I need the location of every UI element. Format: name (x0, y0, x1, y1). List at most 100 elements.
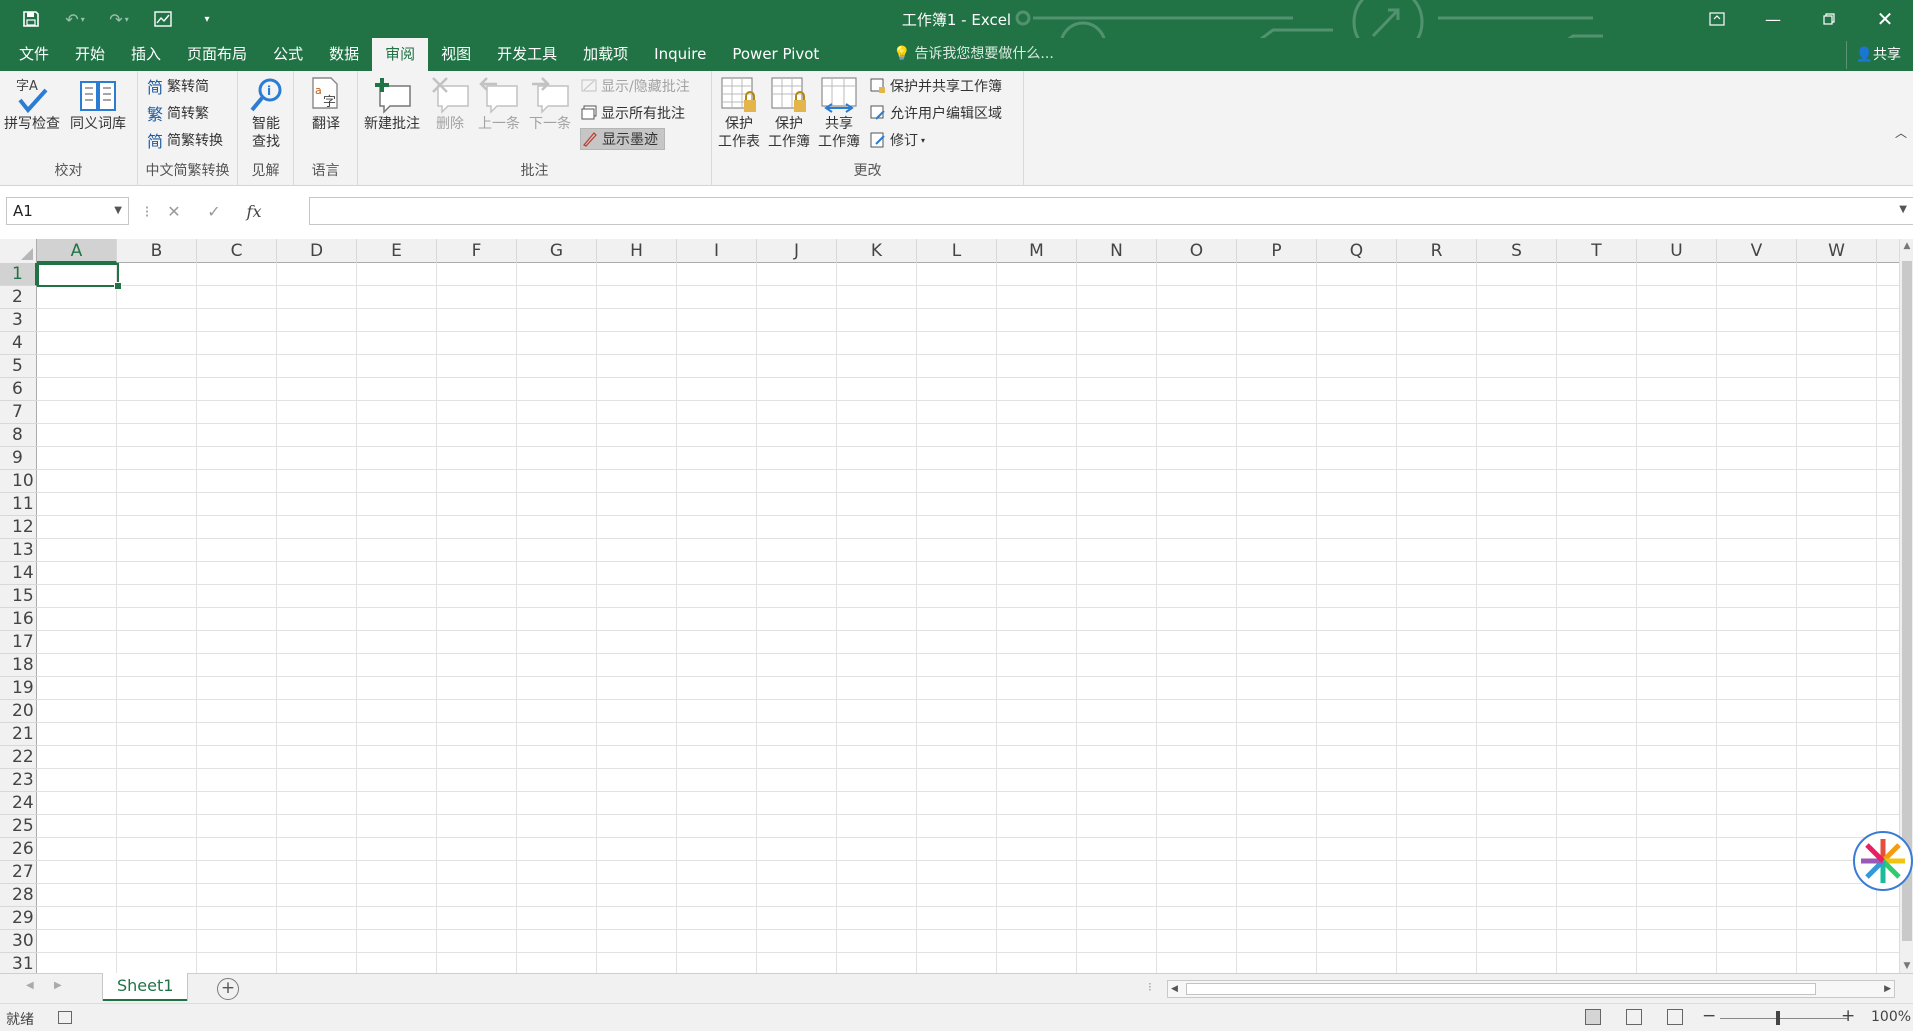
zoom-slider[interactable] (1720, 1018, 1848, 1019)
ribbon-tab[interactable]: 加载项 (570, 38, 641, 71)
column-header[interactable]: W (1797, 239, 1877, 263)
row-header[interactable]: 7 (0, 401, 37, 424)
column-header[interactable]: P (1237, 239, 1317, 263)
column-header[interactable]: A (37, 239, 117, 263)
row-header[interactable]: 11 (0, 493, 37, 516)
collapse-ribbon-icon[interactable]: ︿ (1895, 124, 1907, 141)
add-sheet-icon[interactable]: + (217, 978, 239, 1000)
show-all-comments-button[interactable]: 显示所有批注 (580, 102, 685, 124)
name-box[interactable]: A1 ▼ (6, 197, 129, 225)
row-header[interactable]: 16 (0, 608, 37, 631)
protect-sheet-button[interactable]: 保护 工作表 (718, 75, 760, 151)
column-header[interactable]: T (1557, 239, 1637, 263)
formula-input[interactable] (309, 197, 1913, 225)
minimize-icon[interactable]: — (1745, 0, 1801, 38)
scroll-up-icon[interactable]: ▲ (1900, 241, 1913, 251)
column-header[interactable]: O (1157, 239, 1237, 263)
zoom-slider-thumb[interactable] (1776, 1011, 1780, 1025)
row-header[interactable]: 14 (0, 562, 37, 585)
translate-button[interactable]: a字 翻译 (306, 75, 346, 133)
row-header[interactable]: 22 (0, 746, 37, 769)
page-break-view-icon[interactable] (1667, 1009, 1683, 1025)
zoom-level[interactable]: 100% (1871, 1009, 1911, 1025)
protect-and-share-button[interactable]: 保护并共享工作簿 (869, 75, 1002, 97)
horizontal-scrollbar[interactable]: ◀ ▶ (1167, 980, 1895, 998)
zoom-out-icon[interactable]: − (1702, 1006, 1716, 1026)
column-header[interactable]: Q (1317, 239, 1397, 263)
ribbon-tab[interactable]: 插入 (118, 38, 174, 71)
row-header[interactable]: 23 (0, 769, 37, 792)
row-header[interactable]: 5 (0, 355, 37, 378)
row-header[interactable]: 8 (0, 424, 37, 447)
name-box-dropdown-icon[interactable]: ▼ (114, 198, 122, 224)
prev-sheet-icon[interactable]: ◀ (26, 980, 34, 991)
tell-me-box[interactable]: 💡 告诉我您想要做什么... (893, 38, 1054, 71)
ribbon-tab[interactable]: 文件 (6, 38, 62, 71)
column-header[interactable]: M (997, 239, 1077, 263)
column-header[interactable]: H (597, 239, 677, 263)
ribbon-tab[interactable]: Inquire (641, 38, 719, 71)
spelling-button[interactable]: 字A 拼写检查 (4, 75, 60, 133)
column-header[interactable]: D (277, 239, 357, 263)
row-header[interactable]: 20 (0, 700, 37, 723)
column-header[interactable]: L (917, 239, 997, 263)
insert-function-icon[interactable]: fx (234, 202, 274, 221)
enter-icon[interactable]: ✓ (194, 202, 234, 221)
track-changes-button[interactable]: 修订 ▾ (869, 129, 925, 151)
tab-split-handle[interactable]: ⁝ (1148, 980, 1152, 994)
sheet-tab[interactable]: Sheet1 (103, 973, 188, 1001)
row-header[interactable]: 18 (0, 654, 37, 677)
row-header[interactable]: 24 (0, 792, 37, 815)
row-header[interactable]: 15 (0, 585, 37, 608)
row-header[interactable]: 28 (0, 884, 37, 907)
row-header[interactable]: 26 (0, 838, 37, 861)
to-traditional-button[interactable]: 繁简转繁 (146, 102, 209, 124)
floating-assistant-icon[interactable] (1853, 831, 1913, 891)
new-comment-button[interactable]: 新建批注 (364, 75, 420, 133)
share-workbook-button[interactable]: 共享 工作簿 (818, 75, 860, 151)
restore-icon[interactable] (1801, 0, 1857, 38)
cell-area[interactable] (37, 263, 1899, 973)
scroll-right-icon[interactable]: ▶ (1884, 981, 1891, 997)
ribbon-tab[interactable]: 公式 (260, 38, 316, 71)
column-header[interactable]: G (517, 239, 597, 263)
convert-button[interactable]: 简简繁转换 (146, 129, 223, 151)
ribbon-tab[interactable]: 开发工具 (484, 38, 570, 71)
close-icon[interactable]: ✕ (1857, 0, 1913, 38)
row-header[interactable]: 27 (0, 861, 37, 884)
ribbon-tab[interactable]: 视图 (428, 38, 484, 71)
horizontal-scroll-thumb[interactable] (1186, 983, 1816, 995)
column-header[interactable]: U (1637, 239, 1717, 263)
next-comment-button[interactable]: 下一条 (529, 75, 571, 133)
row-header[interactable]: 12 (0, 516, 37, 539)
ribbon-tab[interactable]: 开始 (62, 38, 118, 71)
smart-lookup-button[interactable]: i 智能 查找 (246, 75, 286, 151)
row-header[interactable]: 19 (0, 677, 37, 700)
ribbon-tab[interactable]: 审阅 (372, 38, 429, 72)
row-header[interactable]: 9 (0, 447, 37, 470)
show-ink-button[interactable]: 显示墨迹 (580, 128, 665, 150)
column-header[interactable]: R (1397, 239, 1477, 263)
page-layout-view-icon[interactable] (1626, 1009, 1642, 1025)
active-cell[interactable] (37, 263, 122, 290)
column-header[interactable]: S (1477, 239, 1557, 263)
share-button[interactable]: 👤共享 (1845, 41, 1901, 69)
delete-comment-button[interactable]: 删除 (430, 75, 470, 133)
column-header[interactable]: F (437, 239, 517, 263)
row-header[interactable]: 3 (0, 309, 37, 332)
column-header[interactable]: I (677, 239, 757, 263)
thesaurus-button[interactable]: 同义词库 (70, 75, 126, 133)
row-header[interactable]: 21 (0, 723, 37, 746)
row-header[interactable]: 10 (0, 470, 37, 493)
normal-view-icon[interactable] (1585, 1009, 1601, 1025)
ribbon-display-options-icon[interactable] (1689, 0, 1745, 38)
ribbon-tab[interactable]: Power Pivot (719, 38, 832, 71)
allow-edit-ranges-button[interactable]: 允许用户编辑区域 (869, 102, 1002, 124)
column-header[interactable]: N (1077, 239, 1157, 263)
scroll-left-icon[interactable]: ◀ (1171, 981, 1178, 997)
row-header[interactable]: 29 (0, 907, 37, 930)
to-simplified-button[interactable]: 简繁转简 (146, 75, 209, 97)
row-header[interactable]: 1 (0, 263, 37, 286)
zoom-in-icon[interactable]: + (1841, 1006, 1855, 1026)
macro-recording-icon[interactable] (58, 1011, 72, 1024)
